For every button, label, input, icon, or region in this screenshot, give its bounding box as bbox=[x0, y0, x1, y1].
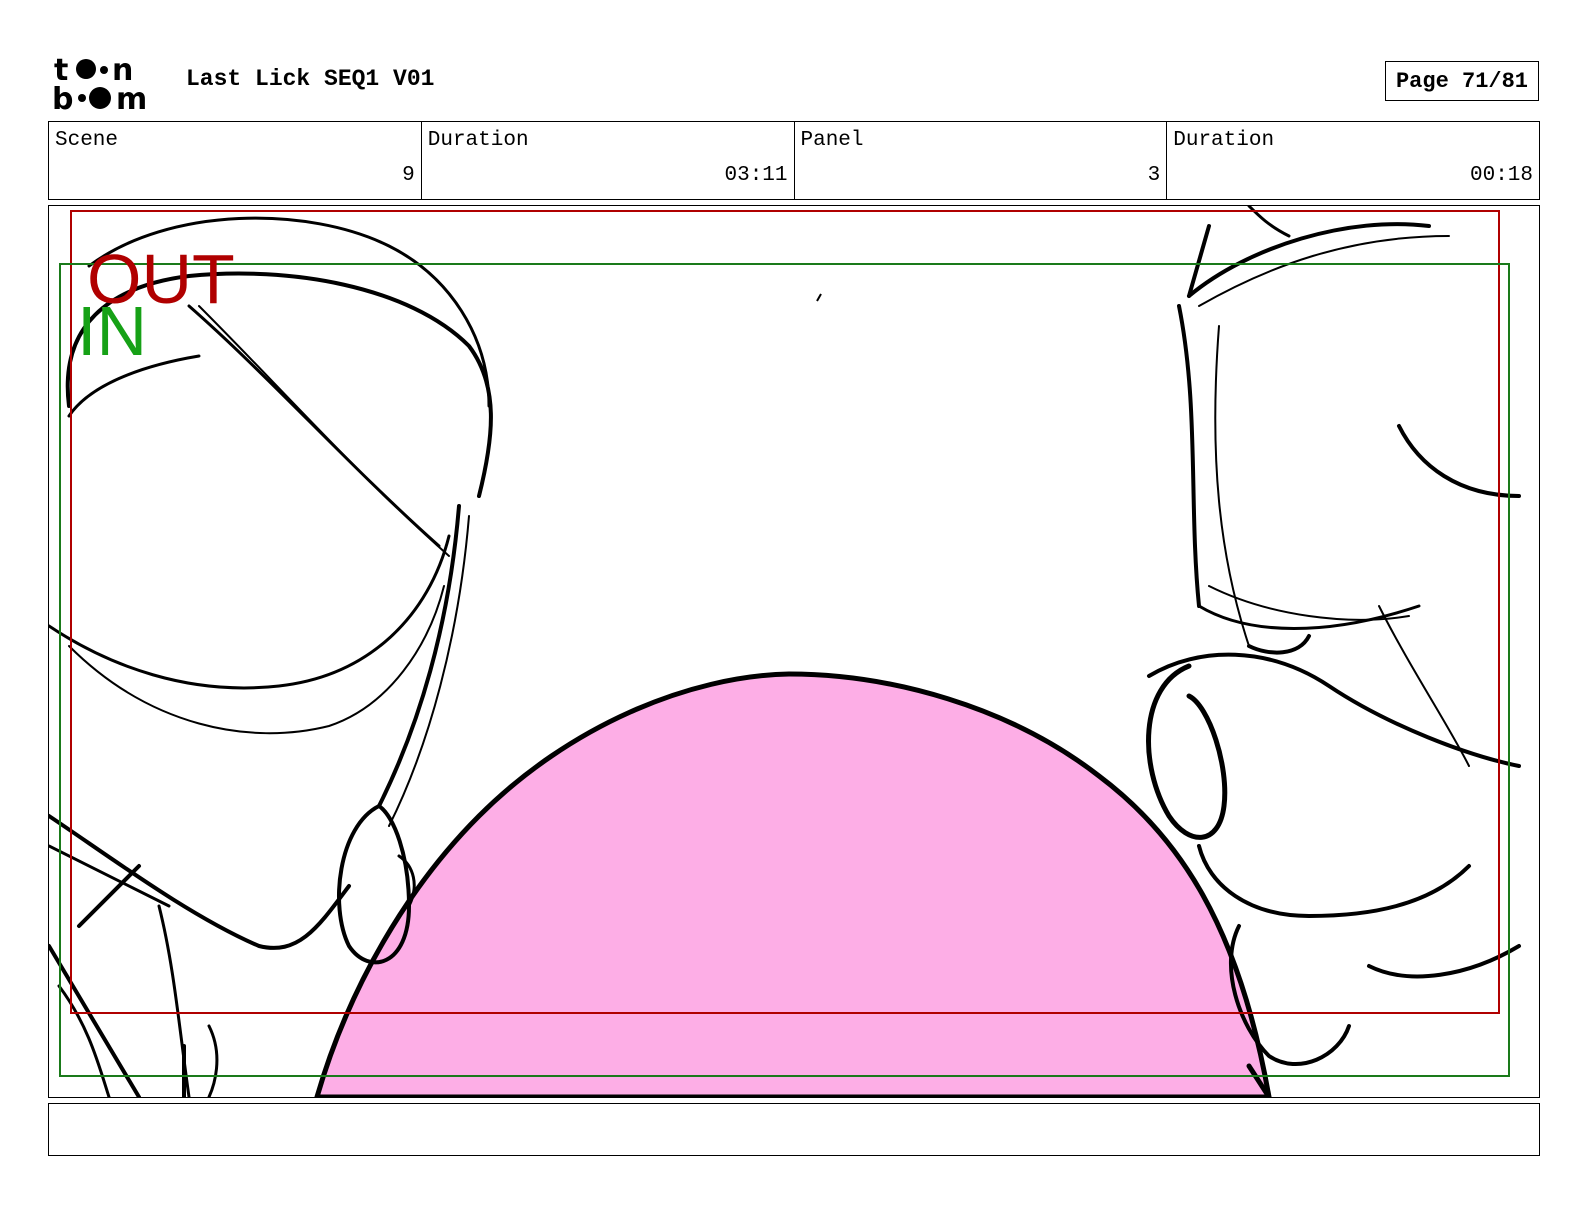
sky-mark bbox=[816, 293, 822, 302]
svg-text:m: m bbox=[116, 82, 147, 112]
panel-value: 3 bbox=[1147, 164, 1161, 187]
panel-duration-cell: Duration 00:18 bbox=[1166, 122, 1539, 199]
scene-duration-cell: Duration 03:11 bbox=[420, 122, 794, 199]
scene-duration-label: Duration bbox=[427, 129, 529, 152]
in-frame-label: IN bbox=[77, 292, 147, 370]
panel-cell: Panel 3 bbox=[793, 122, 1167, 199]
panel-duration-label: Duration bbox=[1173, 129, 1275, 152]
scene-info-table: Scene 9 Duration 03:11 Panel 3 Duration … bbox=[48, 121, 1540, 200]
panel-notes-box[interactable] bbox=[48, 1103, 1540, 1156]
scene-duration-value: 03:11 bbox=[724, 164, 788, 187]
storyboard-panel: OUT IN bbox=[48, 205, 1540, 1098]
panel-drawing bbox=[49, 206, 1521, 1097]
page-indicator: Page 71/81 bbox=[1385, 61, 1539, 101]
scene-cell: Scene 9 bbox=[49, 122, 421, 199]
svg-text:b: b bbox=[52, 82, 73, 112]
bubble-gum-shape bbox=[314, 671, 1272, 1097]
panel-duration-value: 00:18 bbox=[1469, 164, 1533, 187]
scene-label: Scene bbox=[55, 129, 119, 152]
logo-bottom-word: b m bbox=[52, 82, 147, 112]
scene-value: 9 bbox=[402, 164, 415, 187]
page-number-text: Page 71/81 bbox=[1395, 68, 1529, 94]
project-title: Last Lick SEQ1 V01 bbox=[186, 66, 435, 92]
panel-label: Panel bbox=[800, 129, 864, 152]
toon-boom-logo: t n b m bbox=[52, 53, 147, 112]
